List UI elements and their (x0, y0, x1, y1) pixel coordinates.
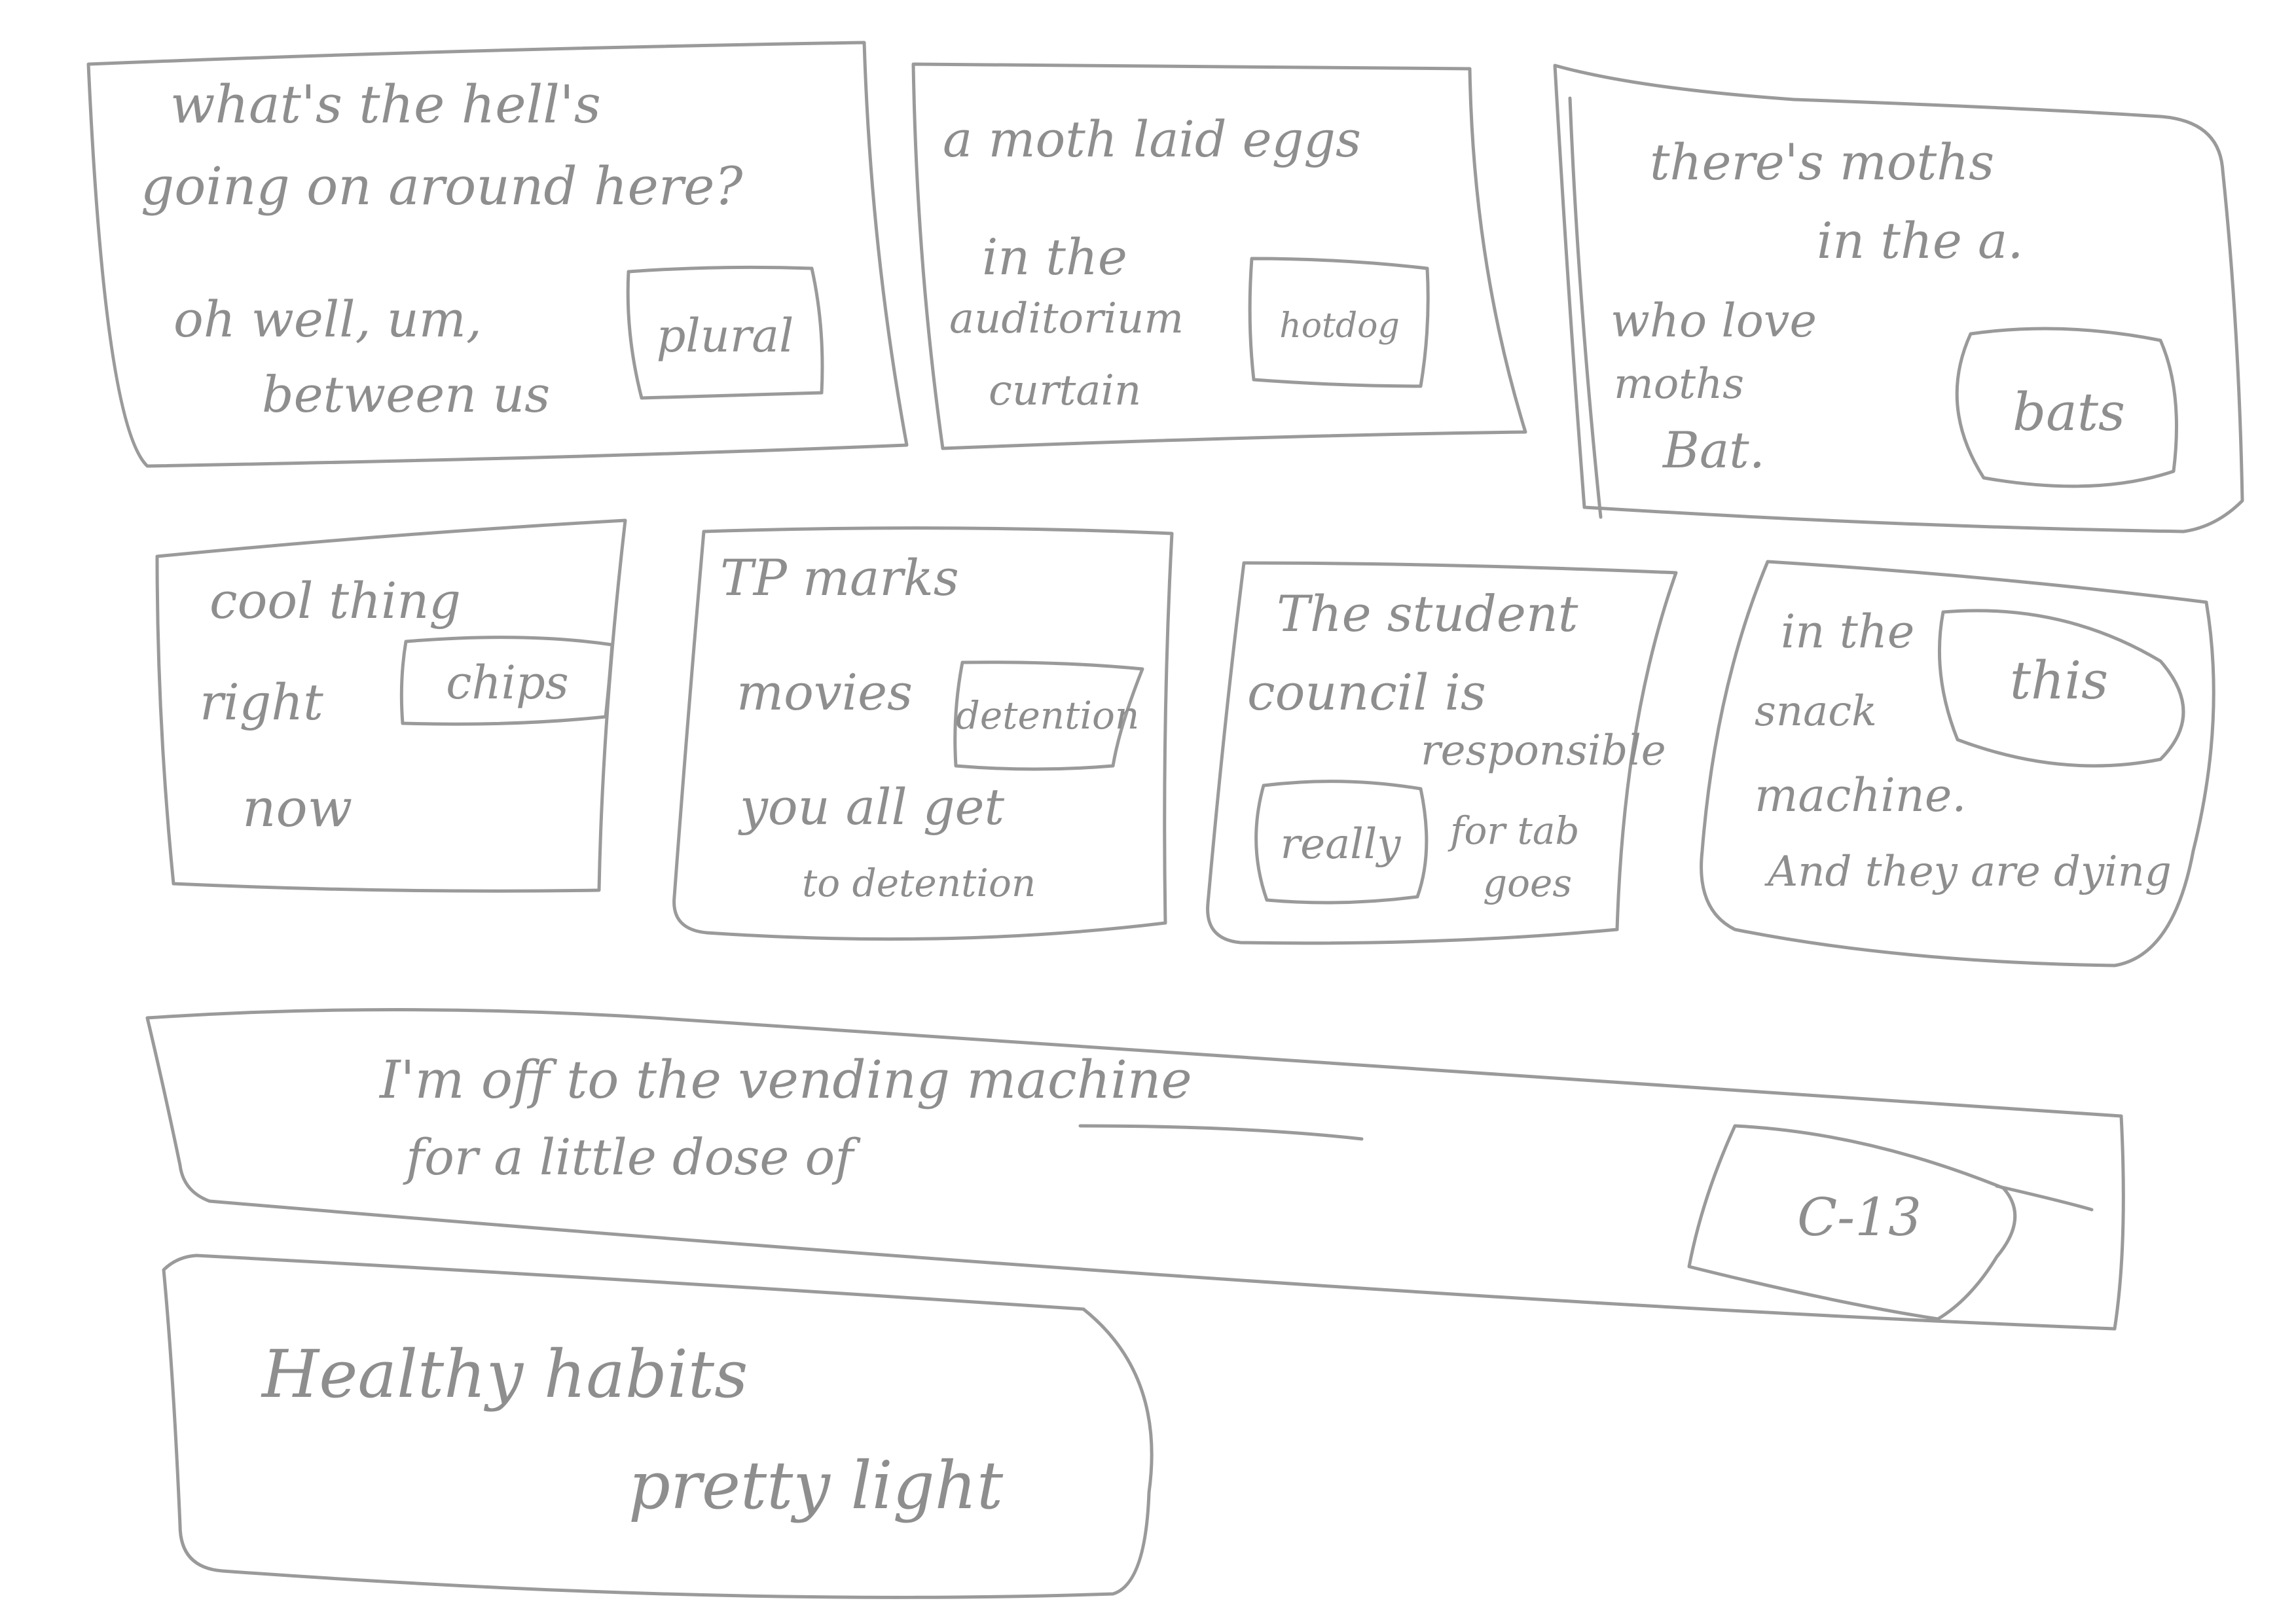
panel-3-inner-edge (1568, 96, 1603, 519)
panel-5-tag-label: detention (955, 693, 1140, 738)
panel-4-tag-label: chips (446, 655, 569, 710)
panel-2-tag-label: hotdog (1279, 306, 1400, 346)
panel-6-line-2: council is (1247, 663, 1486, 721)
panel-1-line-2: going on around here? (141, 156, 743, 217)
panel-5-line-1: TP marks (720, 549, 959, 607)
panel-2-line-2: in the (982, 228, 1127, 286)
panel-2-line-3: auditorium (949, 295, 1184, 343)
panel-3-line-1: there's moths (1650, 133, 1995, 191)
panel-8-line-1: I'm off to the vending machine (380, 1049, 1192, 1110)
storyboard-sketch-page: what's the hell's going on around here? … (0, 0, 2296, 1624)
panel-7-line-4: And they are dying (1768, 848, 2172, 896)
panel-8-tag-label: C-13 (1796, 1187, 1922, 1248)
panel-6-tag-label: really (1280, 820, 1401, 869)
panel-8-scribble (1078, 1124, 1364, 1141)
panel-7-tag-label: this (2009, 650, 2109, 711)
panel-7-line-2: snack (1755, 687, 1877, 736)
panel-9-line-1: Healthy habits (262, 1336, 748, 1413)
panel-1-line-3: oh well, um, (173, 290, 482, 348)
panel-1-line-1: what's the hell's (170, 74, 601, 135)
panel-9-frame (162, 1254, 1154, 1599)
panel-5-line-4: to detention (802, 861, 1036, 905)
panel-7-line-3: machine. (1755, 768, 1967, 822)
panel-3-line-2: in the a. (1817, 211, 2024, 270)
panel-6-line-4: for tab (1450, 808, 1580, 853)
panel-2-line-1: a moth laid eggs (943, 110, 1361, 168)
panel-4-line-2: right (200, 673, 323, 731)
panel-3-tag-label: bats (2012, 382, 2126, 442)
panel-3-line-3: who love (1611, 294, 1817, 348)
panel-6-line-3: responsible (1421, 727, 1666, 775)
panel-2-line-4: curtain (989, 367, 1142, 415)
panel-4-line-1: cool thing (210, 571, 461, 630)
panel-3-line-5: Bat. (1663, 421, 1765, 479)
panel-1-line-4: between us (262, 365, 551, 424)
panel-6-line-5: goes (1483, 861, 1573, 905)
panel-5-line-3: you all get (740, 778, 1005, 836)
panel-1-tag-label: plural (656, 308, 794, 363)
panel-5-line-2: movies (737, 663, 913, 721)
panel-7-line-1: in the (1781, 605, 1915, 659)
panel-6-line-1: The student (1277, 585, 1578, 643)
panel-8-line-2: for a little dose of (406, 1128, 854, 1186)
panel-3-line-4: moths (1614, 360, 1744, 408)
panel-9-line-2: pretty light (629, 1447, 1004, 1524)
panel-4-line-3: now (242, 778, 353, 839)
